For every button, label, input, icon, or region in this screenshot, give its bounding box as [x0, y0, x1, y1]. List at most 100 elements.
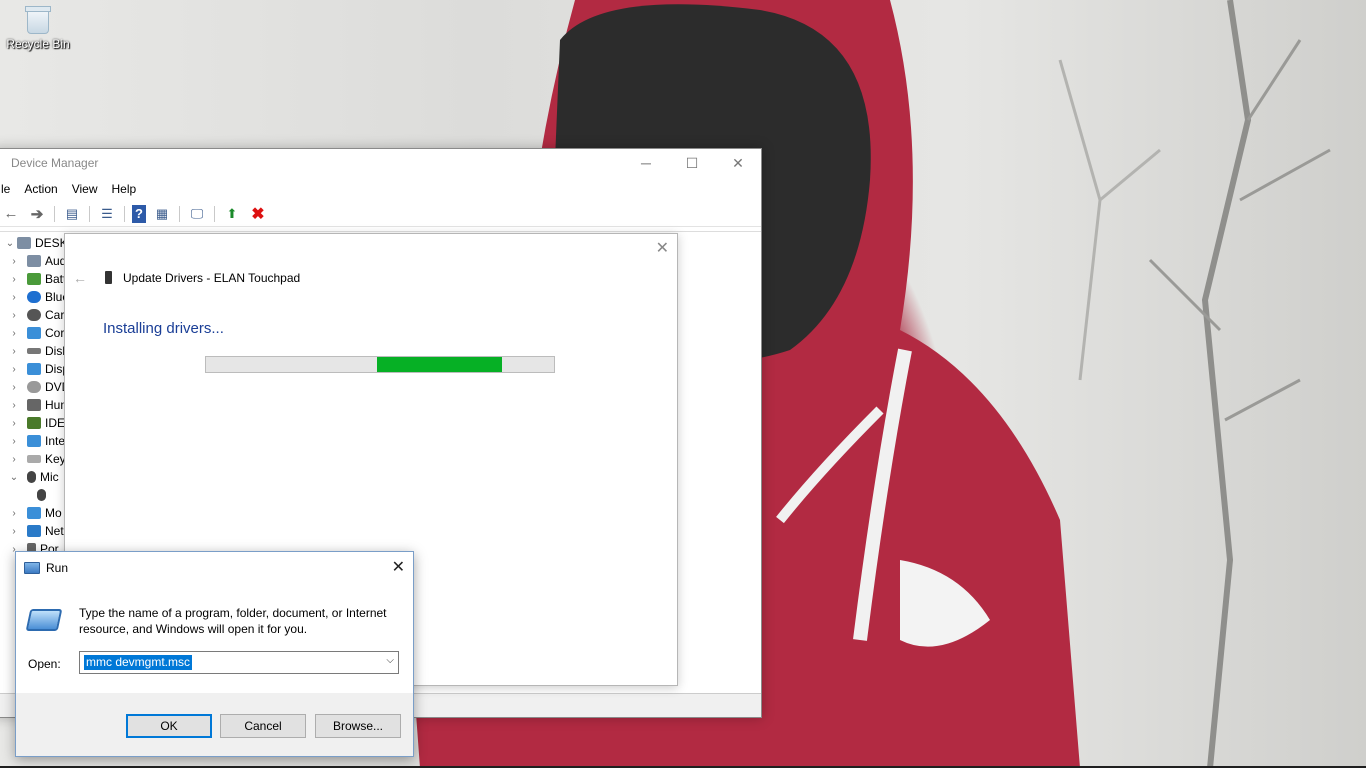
- chevron-down-icon[interactable]: ⌵: [386, 655, 394, 666]
- hid-icon: [27, 399, 41, 411]
- expand-icon[interactable]: ›: [7, 454, 21, 465]
- tree-item-keyboards[interactable]: › Key: [7, 450, 66, 468]
- minimize-button[interactable]: ─: [623, 149, 669, 177]
- installing-heading: Installing drivers...: [103, 320, 224, 337]
- run-program-icon: [25, 609, 63, 631]
- expand-icon[interactable]: ›: [7, 346, 21, 357]
- back-arrow-icon[interactable]: ←: [73, 270, 87, 286]
- tree-label: IDE: [45, 416, 66, 430]
- monitor-icon: [27, 507, 41, 519]
- tree-item-interface[interactable]: › Inte: [7, 432, 65, 450]
- ok-button[interactable]: OK: [126, 714, 212, 738]
- mouse-icon: [27, 471, 36, 483]
- dialog-breadcrumb: Update Drivers - ELAN Touchpad: [123, 271, 301, 285]
- open-combobox[interactable]: mmc devmgmt.msc ⌵: [79, 651, 399, 674]
- menu-view[interactable]: View: [65, 182, 105, 196]
- desktop-icon-recycle-bin[interactable]: Recycle Bin: [4, 6, 72, 51]
- run-title-bar[interactable]: Run ✕: [16, 552, 413, 583]
- computer-icon: [17, 237, 31, 249]
- close-button[interactable]: ✕: [715, 149, 761, 177]
- collapse-icon[interactable]: ⌄: [3, 238, 17, 249]
- battery-icon: [27, 273, 41, 285]
- expand-icon[interactable]: ›: [7, 292, 21, 303]
- close-icon[interactable]: ✕: [656, 238, 669, 258]
- tree-label: Inte: [45, 434, 66, 448]
- audio-icon: [27, 255, 41, 267]
- bluetooth-icon: [27, 291, 41, 303]
- tree-item-batteries[interactable]: › Batt: [7, 270, 66, 288]
- expand-icon[interactable]: ›: [7, 274, 21, 285]
- maximize-button[interactable]: ☐: [669, 149, 715, 177]
- tree-item-monitors[interactable]: › Mo: [7, 504, 62, 522]
- title-bar[interactable]: Device Manager ─ ☐ ✕: [0, 149, 761, 177]
- run-title: Run: [46, 560, 69, 575]
- tree-label: Key: [45, 452, 66, 466]
- help-icon[interactable]: ?: [132, 204, 146, 223]
- progress-fill: [376, 357, 502, 372]
- tree-item-mice[interactable]: ⌄ Mic: [7, 468, 59, 486]
- tree-item-display[interactable]: › Disp: [7, 360, 69, 378]
- toolbar-separator: [54, 205, 55, 222]
- computer-icon: [27, 327, 41, 339]
- collapse-icon[interactable]: ⌄: [7, 472, 21, 483]
- ide-icon: [27, 417, 41, 429]
- tree-item-audio[interactable]: › Aud: [7, 252, 66, 270]
- tree-label: Cor: [45, 326, 65, 340]
- update-driver-icon[interactable]: ⬆: [222, 205, 242, 223]
- dvd-icon: [27, 381, 41, 393]
- close-icon[interactable]: ✕: [392, 557, 405, 577]
- toolbar: ← ➔ ▤ ☰ ? ▦ 🖵 ⬆ ✖: [0, 201, 761, 227]
- uninstall-icon[interactable]: ✖: [248, 205, 268, 223]
- tree-label: Mic: [40, 470, 59, 484]
- display-icon: [27, 363, 41, 375]
- tree-label: Net: [45, 524, 64, 538]
- expand-icon[interactable]: ›: [7, 436, 21, 447]
- run-dialog[interactable]: Run ✕ Type the name of a program, folder…: [15, 551, 414, 757]
- expand-icon[interactable]: ›: [7, 382, 21, 393]
- touchpad-device-icon: [105, 271, 112, 284]
- tree-label: Mo: [45, 506, 62, 520]
- expand-icon[interactable]: ›: [7, 508, 21, 519]
- window-title: Device Manager: [11, 156, 99, 170]
- menu-help[interactable]: Help: [105, 182, 144, 196]
- tree-item-dvd[interactable]: › DVD: [7, 378, 70, 396]
- browse-button[interactable]: Browse...: [315, 714, 401, 738]
- expand-icon[interactable]: ›: [7, 328, 21, 339]
- scan-hardware-icon[interactable]: 🖵: [187, 205, 207, 223]
- window-controls: ─ ☐ ✕: [623, 149, 761, 177]
- menu-action[interactable]: Action: [17, 182, 64, 196]
- menu-bar: le Action View Help: [0, 177, 761, 201]
- view-icon[interactable]: ▦: [152, 205, 172, 223]
- tree-item-network[interactable]: › Net: [7, 522, 64, 540]
- menu-file[interactable]: le: [0, 182, 17, 196]
- tree-item-mouse-device[interactable]: [31, 486, 50, 504]
- tree-item-hid[interactable]: › Hun: [7, 396, 67, 414]
- expand-icon[interactable]: ›: [7, 310, 21, 321]
- disk-icon: [27, 348, 41, 354]
- toolbar-separator: [89, 205, 90, 222]
- tree-item-disk-drives[interactable]: › Disk: [7, 342, 68, 360]
- back-icon[interactable]: ←: [1, 205, 21, 223]
- forward-icon[interactable]: ➔: [27, 205, 47, 223]
- tree-item-ide[interactable]: › IDE: [7, 414, 65, 432]
- interface-icon: [27, 435, 41, 447]
- toolbar-separator: [179, 205, 180, 222]
- install-progress-bar: [205, 356, 555, 373]
- show-hide-icon[interactable]: ☰: [97, 205, 117, 223]
- tree-item-bluetooth[interactable]: › Blue: [7, 288, 69, 306]
- open-label: Open:: [28, 657, 61, 671]
- expand-icon[interactable]: ›: [7, 364, 21, 375]
- cancel-button[interactable]: Cancel: [220, 714, 306, 738]
- recycle-bin-icon: [25, 6, 51, 34]
- network-icon: [27, 525, 41, 537]
- expand-icon[interactable]: ›: [7, 400, 21, 411]
- tree-item-computer[interactable]: › Cor: [7, 324, 64, 342]
- open-input[interactable]: mmc devmgmt.msc: [84, 655, 193, 670]
- mouse-icon: [37, 489, 46, 501]
- tree-item-cameras[interactable]: › Car: [7, 306, 64, 324]
- expand-icon[interactable]: ›: [7, 526, 21, 537]
- properties-icon[interactable]: ▤: [62, 205, 82, 223]
- expand-icon[interactable]: ›: [7, 418, 21, 429]
- expand-icon[interactable]: ›: [7, 256, 21, 267]
- run-body: Type the name of a program, folder, docu…: [16, 583, 413, 693]
